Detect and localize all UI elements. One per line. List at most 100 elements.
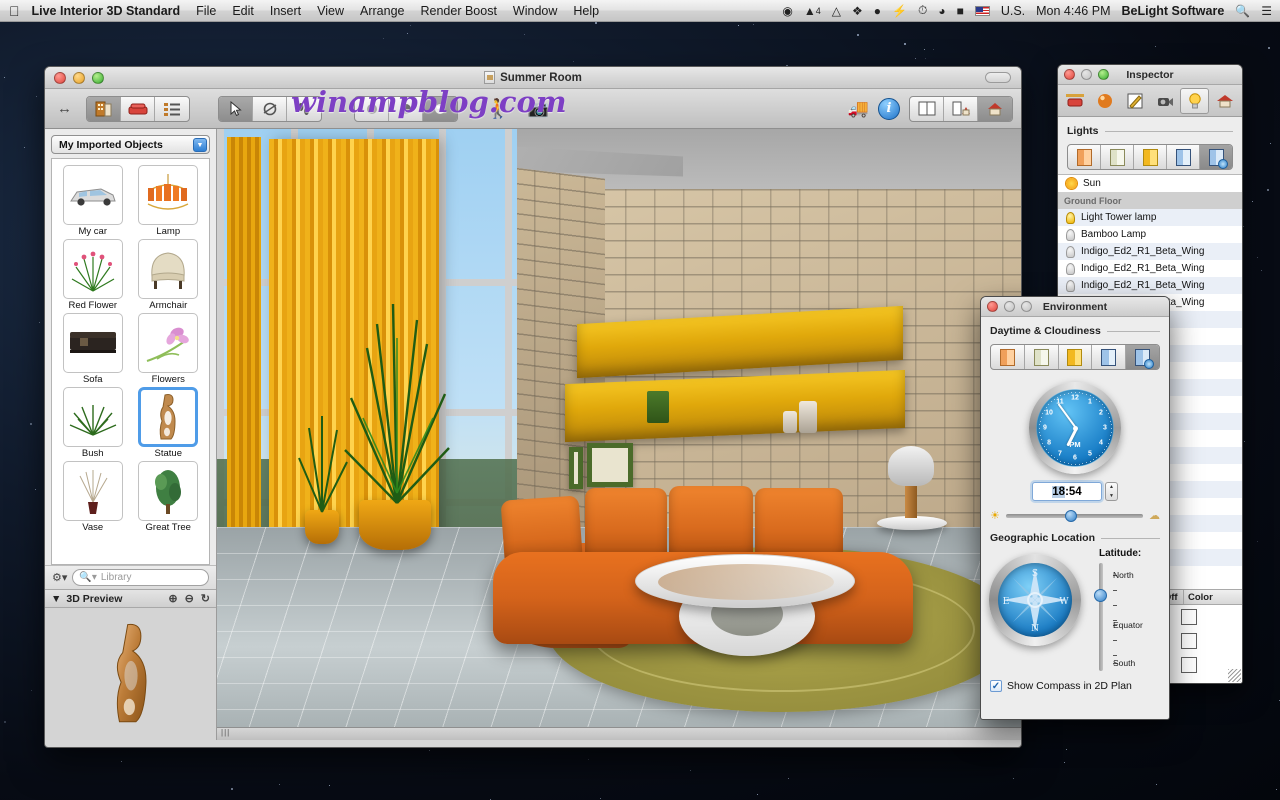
library-item-vase[interactable]: Vase xyxy=(56,461,130,533)
arrows-horizontal-icon[interactable]: ↔ xyxy=(53,100,76,117)
droplet-icon[interactable]: ● xyxy=(874,4,881,18)
library-item-bush[interactable]: Bush xyxy=(56,387,130,459)
menu-item-window[interactable]: Window xyxy=(513,4,557,18)
tab-light[interactable] xyxy=(1180,88,1209,114)
bulb-off-icon[interactable] xyxy=(1066,263,1075,275)
preset-evening-icon[interactable] xyxy=(1059,345,1093,369)
menu-item-view[interactable]: View xyxy=(317,4,344,18)
time-clock[interactable]: PM 12 1 2 3 4 5 6 7 8 9 10 11 xyxy=(1029,382,1121,474)
light-row-sun[interactable]: Sun xyxy=(1058,175,1242,192)
cloudiness-knob[interactable] xyxy=(1065,510,1077,522)
toolbar-toggle-button[interactable] xyxy=(985,72,1011,83)
bulb-off-icon[interactable] xyxy=(1066,229,1075,241)
time-minutes[interactable]: :54 xyxy=(1065,486,1082,498)
light-row-light-tower-lamp[interactable]: Light Tower lamp xyxy=(1058,209,1242,226)
disclosure-triangle-icon[interactable]: ▼ xyxy=(51,593,61,605)
color-swatch[interactable] xyxy=(1181,609,1197,625)
library-item-flowers[interactable]: Flowers xyxy=(132,313,206,385)
rotate-icon[interactable]: ↻ xyxy=(201,592,210,605)
stepper-up-icon[interactable]: ▲ xyxy=(1106,483,1117,492)
library-item-sofa[interactable]: Sofa xyxy=(56,313,130,385)
zoom-out-icon[interactable]: ⊖ xyxy=(185,592,194,605)
info-icon[interactable]: i xyxy=(878,98,900,120)
plan-and-3d-icon[interactable] xyxy=(944,97,978,121)
preset-custom-time-icon[interactable] xyxy=(1126,345,1159,369)
zoom-button[interactable] xyxy=(92,72,104,84)
tab-object[interactable] xyxy=(1061,88,1090,114)
preset-night-icon[interactable] xyxy=(1092,345,1126,369)
menu-item-insert[interactable]: Insert xyxy=(270,4,301,18)
coffee-table-top[interactable] xyxy=(635,554,855,608)
rotate-icon[interactable] xyxy=(253,97,287,121)
minimize-button[interactable] xyxy=(73,72,85,84)
layout-segmented-control[interactable] xyxy=(909,96,1013,122)
tab-building[interactable] xyxy=(1210,88,1239,114)
list-icon[interactable]: ☰ xyxy=(1261,4,1272,18)
library-item-great-tree[interactable]: Great Tree xyxy=(132,461,206,533)
zoom-button[interactable] xyxy=(1021,301,1032,312)
input-source-label[interactable]: U.S. xyxy=(1001,4,1025,18)
menu-app-name[interactable]: Live Interior 3D Standard xyxy=(32,4,181,18)
split-view-icon[interactable] xyxy=(910,97,944,121)
inspector-tab-bar[interactable] xyxy=(1058,85,1242,117)
zoom-button[interactable] xyxy=(1098,69,1109,80)
library-item-lamp[interactable]: Lamp xyxy=(132,165,206,237)
latitude-slider[interactable] xyxy=(1095,563,1107,671)
battery-icon[interactable]: ■ xyxy=(957,4,964,18)
timemachine-icon[interactable]: ⏱ xyxy=(918,3,927,18)
cloudiness-slider-row[interactable]: ☀ ☁ xyxy=(990,509,1160,522)
flash-icon[interactable]: ⚡ xyxy=(892,4,907,18)
preview-viewport[interactable] xyxy=(45,608,216,740)
checkbox-checked-icon[interactable]: ✓ xyxy=(990,680,1002,692)
daylight-preset-buttons[interactable] xyxy=(1067,144,1233,170)
bulb-off-icon[interactable] xyxy=(1066,246,1075,258)
minimize-button[interactable] xyxy=(1081,69,1092,80)
google-drive-icon[interactable]: △ xyxy=(832,4,841,18)
light-row-indigo-2[interactable]: Indigo_Ed2_R1_Beta_Wing xyxy=(1058,260,1242,277)
library-item-red-flower[interactable]: Red Flower xyxy=(56,239,130,311)
flag-icon[interactable] xyxy=(975,6,990,16)
search-input[interactable]: 🔍▾ Library xyxy=(72,569,209,586)
menu-item-arrange[interactable]: Arrange xyxy=(360,4,404,18)
house-icon[interactable] xyxy=(978,97,1012,121)
light-row-indigo-3[interactable]: Indigo_Ed2_R1_Beta_Wing xyxy=(1058,277,1242,294)
tab-material[interactable] xyxy=(1091,88,1120,114)
view-mode-segmented-control[interactable] xyxy=(86,96,190,122)
preset-morning-icon[interactable] xyxy=(1068,145,1101,169)
pointer-icon[interactable] xyxy=(219,97,253,121)
menu-user-name[interactable]: BeLight Software xyxy=(1121,4,1224,18)
environment-titlebar[interactable]: Environment xyxy=(981,297,1169,317)
building-icon[interactable] xyxy=(87,97,121,121)
chevron-down-icon[interactable]: ▼ xyxy=(193,138,207,152)
delivery-truck-icon[interactable]: 🚚 xyxy=(848,99,869,119)
dropbox-icon[interactable]: ◉ xyxy=(782,4,792,18)
latitude-knob[interactable] xyxy=(1094,589,1107,602)
wifi-icon[interactable]: ◕ xyxy=(938,4,945,18)
gear-icon[interactable]: ⚙▾ xyxy=(52,571,67,584)
zoom-in-icon[interactable]: ⊕ xyxy=(168,592,177,605)
menu-item-help[interactable]: Help xyxy=(573,4,599,18)
time-input[interactable]: 18 18:54 :54 xyxy=(1032,482,1102,501)
apple-icon[interactable]:  xyxy=(9,4,20,18)
time-hours[interactable]: 18 xyxy=(1052,486,1065,498)
minimize-button[interactable] xyxy=(1004,301,1015,312)
list-icon[interactable] xyxy=(155,97,189,121)
color-swatch[interactable] xyxy=(1181,633,1197,649)
column-color[interactable]: Color xyxy=(1184,590,1240,604)
menu-item-edit[interactable]: Edit xyxy=(232,4,254,18)
3d-viewport[interactable]: ||| xyxy=(217,129,1021,740)
menu-clock[interactable]: Mon 4:46 PM xyxy=(1036,4,1110,18)
bulb-on-icon[interactable] xyxy=(1066,212,1075,224)
preset-morning-icon[interactable] xyxy=(991,345,1025,369)
resize-grip[interactable] xyxy=(1228,669,1241,682)
preset-evening-icon[interactable] xyxy=(1134,145,1167,169)
adobe-icon[interactable]: ▲ 4 xyxy=(804,4,821,18)
search-icon[interactable]: 🔍 xyxy=(1235,4,1250,18)
side-table[interactable] xyxy=(877,516,947,530)
light-row-indigo-1[interactable]: Indigo_Ed2_R1_Beta_Wing xyxy=(1058,243,1242,260)
library-item-my-car[interactable]: My car xyxy=(56,165,130,237)
stepper-down-icon[interactable]: ▼ xyxy=(1106,492,1117,501)
compass-control[interactable]: S N E W xyxy=(989,554,1081,646)
table-lamp-shade[interactable] xyxy=(888,446,934,486)
close-button[interactable] xyxy=(54,72,66,84)
